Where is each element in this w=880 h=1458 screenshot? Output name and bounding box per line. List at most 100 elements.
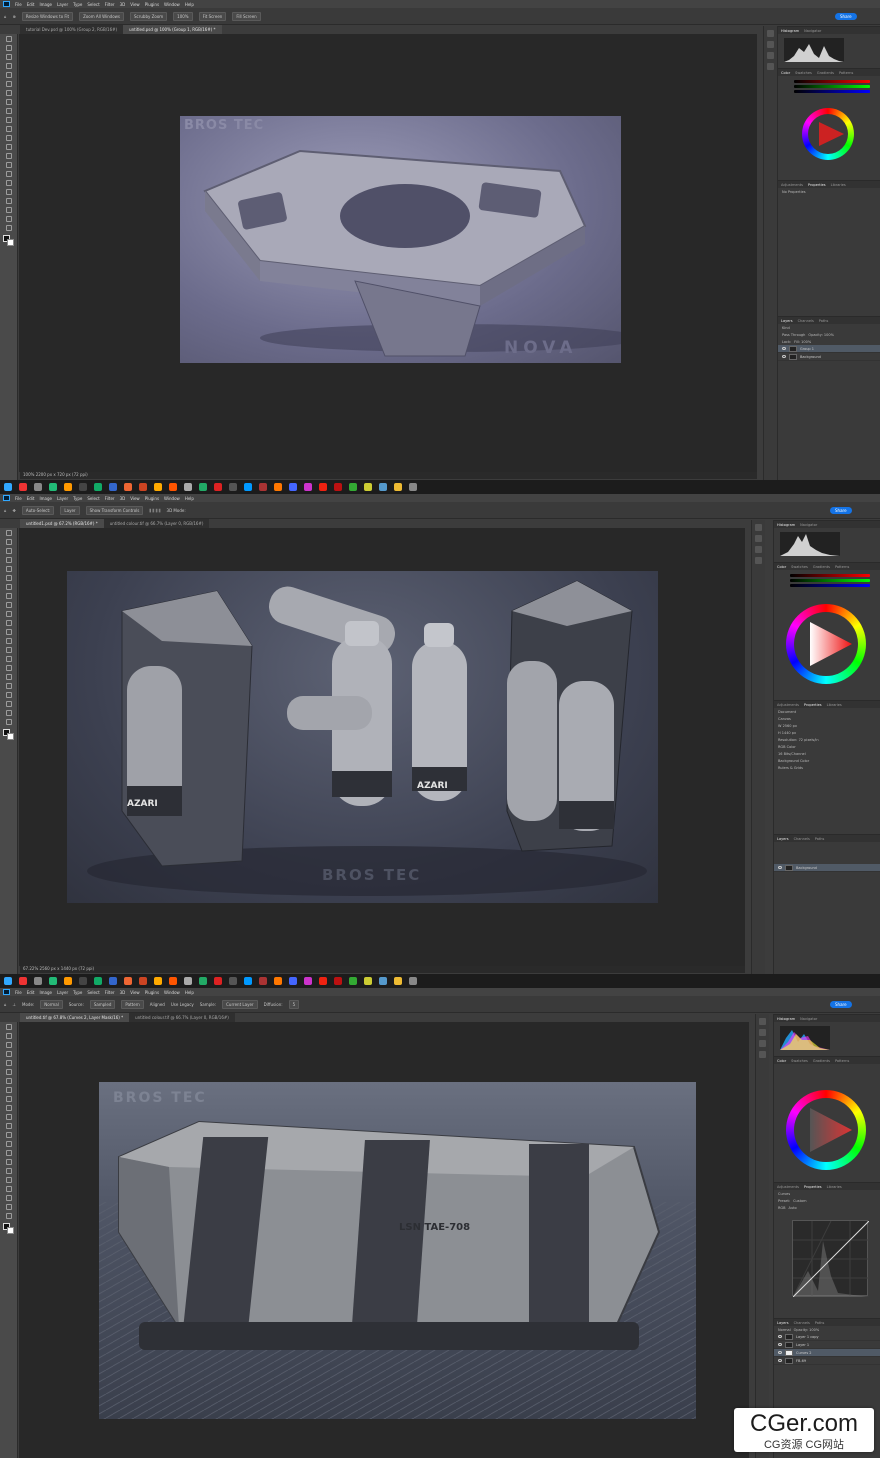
taskbar-app-icon[interactable] [139, 977, 147, 985]
eraser-tool-icon[interactable] [5, 1123, 12, 1129]
zoom-tool-icon[interactable] [5, 216, 12, 222]
info-panel-icon[interactable] [759, 1029, 766, 1036]
taskbar-app-icon[interactable] [364, 977, 372, 985]
object-select-tool-icon[interactable] [5, 1051, 12, 1057]
history-brush-tool-icon[interactable] [5, 1114, 12, 1120]
taskbar-app-icon[interactable] [184, 977, 192, 985]
menu-edit[interactable]: Edit [27, 496, 35, 501]
opacity-field[interactable]: Opacity: 100% [794, 1328, 820, 1332]
taskbar-app-icon[interactable] [124, 483, 132, 491]
zoom-tool-icon[interactable] [5, 710, 12, 716]
type-tool-icon[interactable] [5, 1168, 12, 1174]
brush-panel-icon[interactable] [759, 1040, 766, 1047]
tab-properties[interactable]: Properties [808, 183, 826, 187]
taskbar-app-icon[interactable] [64, 483, 72, 491]
hand-tool-icon[interactable] [5, 701, 12, 707]
menu-type[interactable]: Type [73, 2, 82, 7]
tab-color[interactable]: Color [781, 71, 790, 75]
pen-tool-icon[interactable] [5, 1159, 12, 1165]
healing-tool-icon[interactable] [5, 99, 12, 105]
eye-icon[interactable] [778, 1343, 782, 1346]
eye-icon[interactable] [782, 347, 786, 350]
tab-libraries[interactable]: Libraries [831, 183, 846, 187]
tab-untitled-colour[interactable]: untitled colour.tif @ 66.7% (Layer 0, RG… [129, 1013, 235, 1022]
zoom-tool-icon[interactable] [5, 1204, 12, 1210]
taskbar-app-icon[interactable] [319, 977, 327, 985]
taskbar-app-icon[interactable] [259, 977, 267, 985]
home-icon[interactable]: ⌂ [4, 1002, 7, 1007]
taskbar-app-icon[interactable] [334, 483, 342, 491]
canvas-height-field[interactable]: H 1440 px [774, 729, 880, 736]
pen-tool-icon[interactable] [5, 171, 12, 177]
layer-row[interactable]: Curves 2 [774, 1349, 880, 1357]
mode-select[interactable]: RGB Color [774, 743, 880, 750]
taskbar-app-icon[interactable] [409, 483, 417, 491]
character-panel-icon[interactable] [759, 1051, 766, 1058]
taskbar-app-icon[interactable] [304, 977, 312, 985]
red-slider[interactable] [794, 80, 870, 83]
layer-row[interactable]: Background [774, 864, 880, 872]
menu-image[interactable]: Image [39, 496, 52, 501]
tab-properties[interactable]: Properties [804, 703, 822, 707]
blue-slider[interactable] [790, 584, 870, 587]
taskbar-app-icon[interactable] [94, 977, 102, 985]
color-wheel[interactable] [786, 1090, 866, 1170]
frame-tool-icon[interactable] [5, 81, 12, 87]
hand-tool-icon[interactable] [5, 207, 12, 213]
taskbar-app-icon[interactable] [229, 483, 237, 491]
taskbar-app-icon[interactable] [244, 977, 252, 985]
gradient-tool-icon[interactable] [5, 144, 12, 150]
history-panel-icon[interactable] [759, 1018, 766, 1025]
tab-patterns[interactable]: Patterns [839, 71, 853, 75]
rectangle-tool-icon[interactable] [5, 198, 12, 204]
tab-layers[interactable]: Layers [777, 837, 789, 841]
menu-type[interactable]: Type [73, 990, 82, 995]
tab-patterns[interactable]: Patterns [835, 1059, 849, 1063]
eye-icon[interactable] [782, 355, 786, 358]
rectangle-tool-icon[interactable] [5, 692, 12, 698]
canvas-width-field[interactable]: W 2560 px [774, 722, 880, 729]
taskbar-app-icon[interactable] [64, 977, 72, 985]
tab-gradients[interactable]: Gradients [813, 1059, 830, 1063]
menu-type[interactable]: Type [73, 496, 82, 501]
menu-edit[interactable]: Edit [27, 2, 35, 7]
clone-stamp-tool-icon[interactable] [5, 611, 12, 617]
path-select-tool-icon[interactable] [5, 1177, 12, 1183]
menu-layer[interactable]: Layer [57, 496, 68, 501]
move-tool-icon[interactable] [5, 36, 12, 42]
tab-paths[interactable]: Paths [815, 1321, 825, 1325]
show-transform-controls-checkbox[interactable]: Show Transform Controls [85, 505, 144, 515]
channel-select[interactable]: RGB [778, 1206, 786, 1210]
share-button[interactable]: Share [830, 507, 852, 514]
dodge-tool-icon[interactable] [5, 1150, 12, 1156]
taskbar-app-icon[interactable] [244, 483, 252, 491]
taskbar-app-icon[interactable] [34, 977, 42, 985]
tab-layers[interactable]: Layers [781, 319, 793, 323]
tab-swatches[interactable]: Swatches [795, 71, 812, 75]
menu-3d[interactable]: 3D [120, 990, 126, 995]
taskbar-app-icon[interactable] [199, 977, 207, 985]
tab-color[interactable]: Color [777, 1059, 786, 1063]
info-panel-icon[interactable] [767, 41, 774, 48]
tab-untitled-colour[interactable]: untitled colour.tif @ 66.7% (Layer 0, RG… [104, 519, 210, 528]
eraser-tool-icon[interactable] [5, 135, 12, 141]
marquee-tool-icon[interactable] [5, 539, 12, 545]
tab-color[interactable]: Color [777, 565, 786, 569]
tab-libraries[interactable]: Libraries [827, 1185, 842, 1189]
menu-file[interactable]: File [15, 990, 22, 995]
diffusion-field[interactable]: 5 [288, 999, 300, 1009]
taskbar-app-icon[interactable] [379, 977, 387, 985]
color-triangle[interactable] [786, 604, 866, 684]
eyedropper-tool-icon[interactable] [5, 90, 12, 96]
dodge-tool-icon[interactable] [5, 656, 12, 662]
fill-select[interactable]: Background Color [774, 757, 880, 764]
menu-filter[interactable]: Filter [105, 990, 115, 995]
layer-row[interactable]: Background [778, 353, 880, 361]
frame-tool-icon[interactable] [5, 575, 12, 581]
color-triangle[interactable] [786, 1090, 866, 1170]
eye-icon[interactable] [778, 1359, 782, 1362]
tab-untitled1[interactable]: untitled1.psd @ 67.2% (RGB/16#) * [20, 519, 104, 528]
share-button[interactable]: Share [830, 1001, 852, 1008]
taskbar-app-icon[interactable] [289, 483, 297, 491]
healing-tool-icon[interactable] [5, 593, 12, 599]
